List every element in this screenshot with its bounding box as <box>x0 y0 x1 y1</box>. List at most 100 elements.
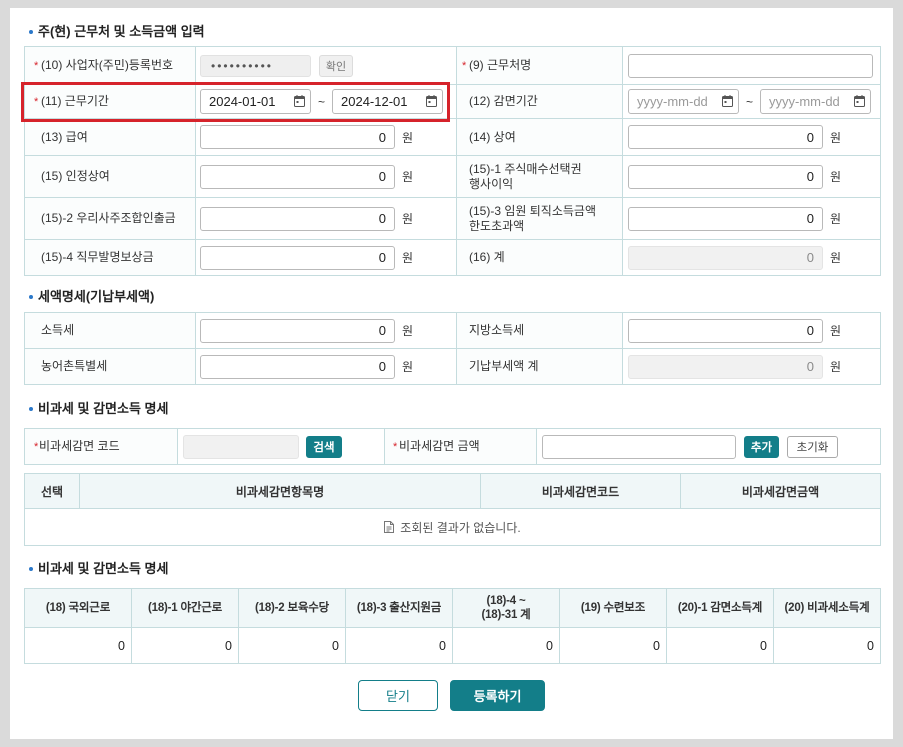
column-header-20-1: (20)-1 감면소득계 <box>666 588 774 628</box>
label-text: 농어촌특별세 <box>41 359 108 373</box>
label-text: 비과세감면 코드 <box>39 438 120 453</box>
label-text: (10) 사업자(주민)등록번호 <box>41 57 174 72</box>
table-row: 조회된 결과가 없습니다. <box>24 508 881 546</box>
label-text: 소득세 <box>41 323 75 337</box>
label-text: (15)-4 직무발명보상금 <box>41 250 154 264</box>
label-text-line2: 한도초과액 <box>469 218 525 233</box>
income-tax-input[interactable] <box>200 318 395 343</box>
cell-executive-retirement-excess: 원 <box>622 197 881 240</box>
label-bonus: (14) 상여 <box>456 118 623 156</box>
cell-invention-reward: 원 <box>195 239 457 276</box>
column-header-amount: 비과세감면금액 <box>680 473 881 509</box>
header-text: (18)-3 출산지원금 <box>356 602 442 614</box>
calendar-icon[interactable] <box>854 95 865 107</box>
header-text: (18) 국외근로 <box>45 602 111 614</box>
unit-label: 원 <box>830 324 842 338</box>
label-text: (14) 상여 <box>469 129 516 144</box>
invention-reward-input[interactable] <box>200 245 395 270</box>
local-income-tax-input[interactable] <box>628 318 823 343</box>
table-row: (15) 인정상여 원 (15)-1 주식매수선택권행사이익 원 <box>24 155 881 198</box>
label-text: (16) 계 <box>469 250 505 264</box>
label-text: (15)-2 우리사주조합인출금 <box>41 211 176 225</box>
label-work-period: * (11) 근무기간 <box>24 84 196 119</box>
value-18-3: 0 <box>345 627 453 664</box>
unit-label: 원 <box>402 324 414 338</box>
cell-work-period: ~ <box>195 84 457 119</box>
work-period-start-date <box>200 89 311 114</box>
unit-label: 원 <box>402 360 414 374</box>
cell-total: 원 <box>622 239 881 276</box>
reset-button[interactable]: 초기화 <box>787 435 838 458</box>
unit-label: 원 <box>402 251 414 265</box>
confirm-button[interactable]: 확인 <box>319 54 353 77</box>
business-reg-no-input[interactable] <box>200 54 311 77</box>
header-text-line2: (18)-31 계 <box>481 609 531 621</box>
value-18-4-to-31: 0 <box>452 627 560 664</box>
reduction-period-end-date <box>760 89 871 114</box>
employee-stock-withdrawal-input[interactable] <box>200 206 395 231</box>
column-header-18-1: (18)-1 야간근로 <box>131 588 239 628</box>
table-row: (15)-4 직무발명보상금 원 (16) 계 원 <box>24 239 881 276</box>
label-stock-option-gain: (15)-1 주식매수선택권 행사이익 <box>456 155 623 198</box>
salary-input[interactable] <box>200 125 395 149</box>
empty-result-cell: 조회된 결과가 없습니다. <box>24 508 881 546</box>
recognized-bonus-input[interactable] <box>200 164 395 189</box>
document-icon <box>384 520 395 533</box>
calendar-icon[interactable] <box>294 95 305 107</box>
column-header-18-2: (18)-2 보육수당 <box>238 588 346 628</box>
label-executive-retirement-excess: (15)-3 임원 퇴직소득금액 한도초과액 <box>456 197 623 240</box>
bonus-input[interactable] <box>628 125 823 149</box>
label-text: 비과세감면 금액 <box>399 438 480 453</box>
calendar-icon[interactable] <box>722 95 733 107</box>
add-button[interactable]: 추가 <box>744 435 779 458</box>
cell-bonus: 원 <box>622 118 881 156</box>
column-header-item-name: 비과세감면항목명 <box>79 473 481 509</box>
total-input <box>628 245 823 270</box>
value-20: 0 <box>773 627 881 664</box>
header-text-line1: (18)-4 ~ <box>486 595 526 607</box>
label-text: (12) 감면기간 <box>469 94 538 108</box>
executive-retirement-excess-input[interactable] <box>628 206 823 231</box>
bullet-icon <box>29 30 33 34</box>
label-recognized-bonus: (15) 인정상여 <box>24 155 196 198</box>
reduction-period-start-date <box>628 89 739 114</box>
label-invention-reward: (15)-4 직무발명보상금 <box>24 239 196 276</box>
unit-label: 원 <box>830 212 842 226</box>
label-text: (13) 급여 <box>41 129 88 144</box>
submit-button[interactable]: 등록하기 <box>450 680 545 711</box>
empty-message: 조회된 결과가 없습니다. <box>400 520 521 535</box>
label-text-line1: (15)-1 주식매수선택권 <box>469 161 582 176</box>
table-row: *(11) 근무기간 ~ (12) 감면기간 ~ <box>24 84 881 119</box>
date-separator: ~ <box>745 94 753 109</box>
value-18: 0 <box>24 627 132 664</box>
section-title-text: 비과세 및 감면소득 명세 <box>38 401 169 416</box>
label-text: (15) 인정상여 <box>41 169 110 183</box>
bullet-icon <box>29 407 33 411</box>
search-button[interactable]: 검색 <box>306 435 342 458</box>
column-header-code: 비과세감면코드 <box>480 473 681 509</box>
nontax-amount-input[interactable] <box>542 434 736 459</box>
unit-label: 원 <box>830 360 842 374</box>
table-header-row: (18) 국외근로 (18)-1 야간근로 (18)-2 보육수당 (18)-3… <box>24 588 881 628</box>
header-text: (20)-1 감면소득계 <box>677 602 763 614</box>
close-button[interactable]: 닫기 <box>358 680 438 711</box>
cell-stock-option-gain: 원 <box>622 155 881 198</box>
cell-salary: 원 <box>195 118 457 156</box>
value-18-1: 0 <box>131 627 239 664</box>
unit-label: 원 <box>830 251 842 265</box>
label-text: 기납부세액 계 <box>469 359 539 373</box>
table-row: 소득세 원 지방소득세 원 <box>24 312 881 349</box>
column-header-20: (20) 비과세소득계 <box>773 588 881 628</box>
section-title-nontax-summary: 비과세 및 감면소득 명세 <box>27 561 168 577</box>
workplace-name-input[interactable] <box>628 53 873 78</box>
cell-recognized-bonus: 원 <box>195 155 457 198</box>
cell-workplace-name <box>622 46 881 85</box>
column-header-select: 선택 <box>24 473 80 509</box>
calendar-icon[interactable] <box>426 95 437 107</box>
rural-special-tax-input[interactable] <box>200 354 395 379</box>
header-text: (20) 비과세소득계 <box>784 602 870 614</box>
section-title-tax: 세액명세(기납부세액) <box>27 289 154 305</box>
value-20-1: 0 <box>666 627 774 664</box>
stock-option-gain-input[interactable] <box>628 164 823 189</box>
table-row: *비과세감면 코드 검색 * 비과세감면 금액 추가 초기화 <box>24 428 881 465</box>
